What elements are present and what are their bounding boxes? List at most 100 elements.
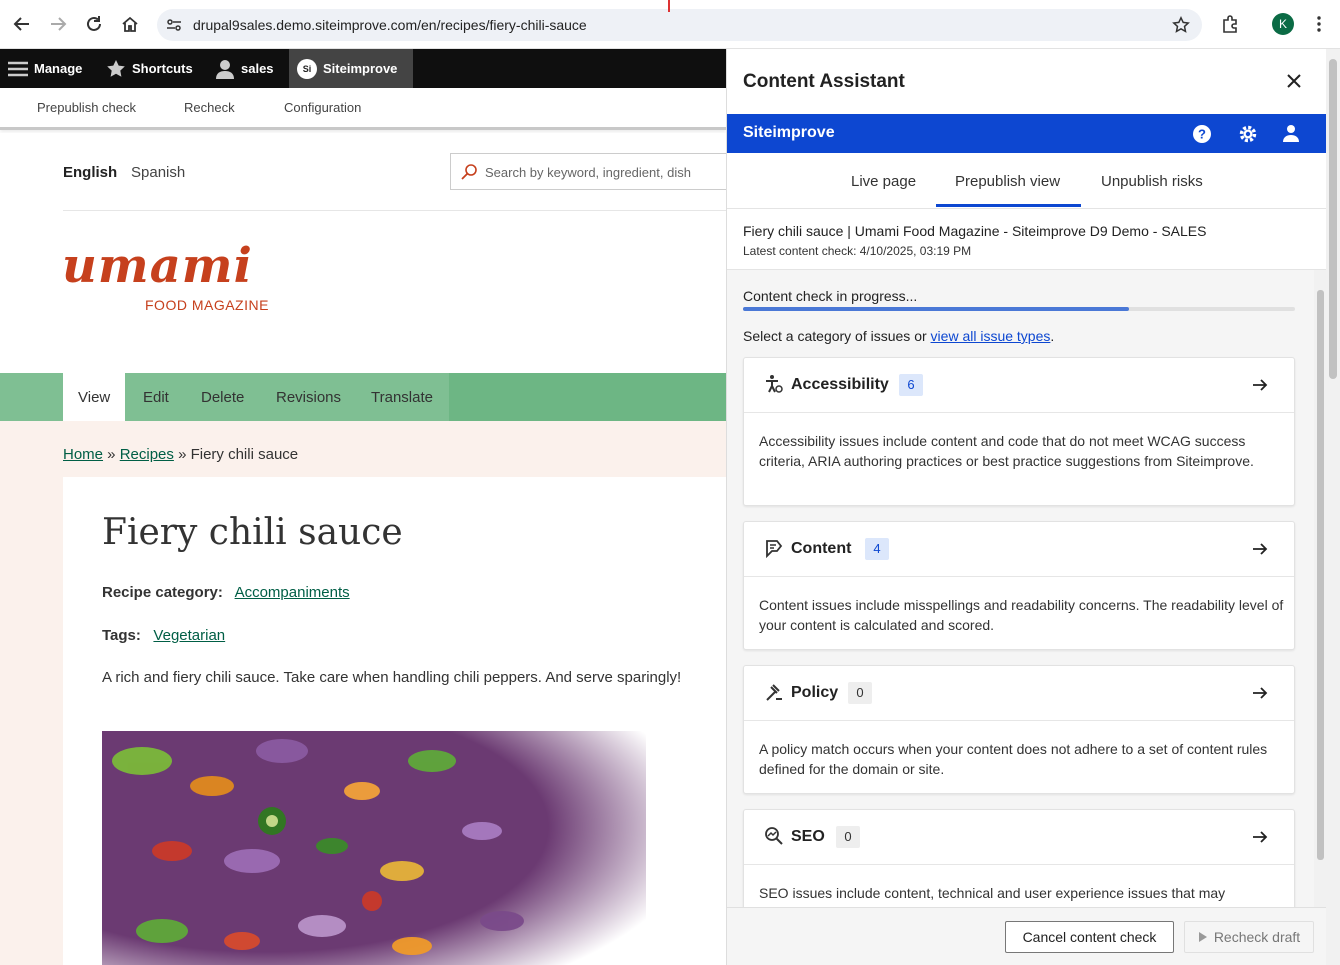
site-settings-icon[interactable] xyxy=(166,17,182,33)
tags-row: Tags: Vegetarian xyxy=(102,627,225,644)
site-search-input[interactable]: Search by keyword, ingredient, dish xyxy=(450,153,726,190)
category-card-policy[interactable]: Policy 0 A policy match occurs when your… xyxy=(743,665,1295,794)
recipe-description: A rich and fiery chili sauce. Take care … xyxy=(102,669,682,686)
siteimprove-button[interactable]: Si Siteimprove xyxy=(289,49,414,88)
category-card-seo[interactable]: SEO 0 SEO issues include content, techni… xyxy=(743,809,1295,907)
site-page: English Spanish Search by keyword, ingre… xyxy=(0,133,726,965)
recipe-card: Fiery chili sauce Recipe category: Accom… xyxy=(63,477,726,965)
content-assistant-panel: Content Assistant Siteimprove ? Live pag… xyxy=(726,49,1340,965)
admin-toolbar: Manage Shortcuts sales Si Siteimprove xyxy=(0,49,726,88)
extensions-icon[interactable] xyxy=(1218,12,1242,36)
page-scrollbar-thumb[interactable] xyxy=(1329,59,1337,379)
page-scrollbar[interactable] xyxy=(1326,49,1340,965)
recipe-category-label: Recipe category: xyxy=(102,584,223,601)
select-category-hint: Select a category of issues or view all … xyxy=(743,328,1054,344)
tab-revisions[interactable]: Revisions xyxy=(276,373,341,421)
umami-logo[interactable]: umami xyxy=(62,236,253,296)
forward-icon[interactable] xyxy=(46,12,70,36)
home-icon[interactable] xyxy=(118,12,142,36)
tags-label: Tags: xyxy=(102,627,141,644)
breadcrumb: Home » Recipes » Fiery chili sauce xyxy=(63,446,298,463)
arrow-right-icon xyxy=(1252,541,1268,557)
reload-icon[interactable] xyxy=(82,12,106,36)
manage-button[interactable]: Manage xyxy=(8,49,82,88)
user-icon xyxy=(216,59,234,79)
siteimprove-brand: Siteimprove xyxy=(743,124,835,141)
recipe-photo xyxy=(102,731,646,965)
shortcuts-label: Shortcuts xyxy=(132,61,193,76)
user-button[interactable]: sales xyxy=(215,49,274,88)
local-tasks-bar: View Edit Delete Revisions Translate xyxy=(0,373,726,421)
recheck-draft-button[interactable]: Recheck draft xyxy=(1184,921,1314,953)
accessibility-icon xyxy=(764,374,784,394)
tab-edit[interactable]: Edit xyxy=(143,373,169,421)
browser-menu-icon[interactable] xyxy=(1307,12,1331,36)
category-description: Accessibility issues include content and… xyxy=(759,433,1254,469)
recheck-draft-label: Recheck draft xyxy=(1213,929,1301,945)
category-description: SEO issues include content, technical an… xyxy=(759,885,1226,901)
view-all-issue-types-link[interactable]: view all issue types xyxy=(931,328,1051,344)
issue-count-badge: 0 xyxy=(848,682,872,704)
category-header[interactable]: Content 4 xyxy=(744,522,1294,577)
breadcrumb-recipes[interactable]: Recipes xyxy=(120,446,174,463)
settings-gear-icon[interactable] xyxy=(1238,124,1258,144)
close-icon[interactable] xyxy=(1284,71,1304,91)
select-hint-suffix: . xyxy=(1050,328,1055,344)
panel-scrollbar-thumb[interactable] xyxy=(1317,290,1324,860)
category-header[interactable]: Accessibility 6 xyxy=(744,358,1294,413)
breadcrumb-home[interactable]: Home xyxy=(63,446,103,463)
category-card-content[interactable]: Content 4 Content issues include misspel… xyxy=(743,521,1295,650)
tab-unpublish-risks[interactable]: Unpublish risks xyxy=(1101,173,1203,190)
profile-initial: K xyxy=(1272,13,1294,35)
tab-indicator xyxy=(668,0,670,12)
panel-title: Content Assistant xyxy=(743,71,905,92)
issues-scroll-area[interactable]: Content check in progress... Select a ca… xyxy=(727,270,1327,907)
hamburger-icon xyxy=(8,61,28,76)
category-description: A policy match occurs when your content … xyxy=(759,741,1268,777)
issue-count-badge: 6 xyxy=(899,374,923,396)
profile-avatar[interactable]: K xyxy=(1271,12,1295,36)
category-header[interactable]: SEO 0 xyxy=(744,810,1294,865)
language-spanish[interactable]: Spanish xyxy=(131,164,185,181)
category-name: Content xyxy=(791,540,852,557)
siteimprove-logo-icon: Si xyxy=(297,58,317,79)
back-icon[interactable] xyxy=(10,12,34,36)
content-icon xyxy=(764,538,784,558)
tabs-filler xyxy=(449,373,726,421)
help-icon[interactable]: ? xyxy=(1192,124,1212,144)
manage-label: Manage xyxy=(34,61,83,76)
tab-translate[interactable]: Translate xyxy=(371,373,433,421)
category-header[interactable]: Policy 0 xyxy=(744,666,1294,721)
tab-delete[interactable]: Delete xyxy=(201,373,244,421)
arrow-right-icon xyxy=(1252,685,1268,701)
prepublish-check-link[interactable]: Prepublish check xyxy=(37,100,136,115)
language-english[interactable]: English xyxy=(63,164,117,181)
user-label: sales xyxy=(241,61,274,76)
address-bar[interactable]: drupal9sales.demo.siteimprove.com/en/rec… xyxy=(157,9,1202,41)
breadcrumb-current: Fiery chili sauce xyxy=(190,446,299,463)
recheck-link[interactable]: Recheck xyxy=(184,100,235,115)
bookmark-star-icon[interactable] xyxy=(1172,16,1190,34)
star-icon xyxy=(107,59,125,77)
header-divider xyxy=(63,210,726,211)
tab-live-page[interactable]: Live page xyxy=(851,173,916,190)
tab-prepublish-view[interactable]: Prepublish view xyxy=(955,173,1060,190)
account-icon[interactable] xyxy=(1282,124,1300,142)
tag-link[interactable]: Vegetarian xyxy=(153,627,225,644)
checked-page-name: Fiery chili sauce | Umami Food Magazine … xyxy=(743,223,1207,239)
arrow-right-icon xyxy=(1252,829,1268,845)
cancel-content-check-button[interactable]: Cancel content check xyxy=(1005,921,1174,953)
tab-view[interactable]: View xyxy=(63,373,126,421)
category-name: Policy xyxy=(791,684,839,701)
siteimprove-header-bar: Siteimprove ? xyxy=(727,114,1327,153)
seo-icon xyxy=(764,826,784,846)
recipe-category-link[interactable]: Accompaniments xyxy=(235,584,350,601)
active-tab-indicator xyxy=(936,204,1081,207)
panel-footer: Cancel content check Recheck draft xyxy=(727,907,1327,965)
shortcuts-button[interactable]: Shortcuts xyxy=(106,49,193,88)
category-card-accessibility[interactable]: Accessibility 6 Accessibility issues inc… xyxy=(743,357,1295,506)
configuration-link[interactable]: Configuration xyxy=(284,100,361,115)
svg-text:?: ? xyxy=(1198,127,1206,142)
category-name: SEO xyxy=(791,828,825,845)
progress-fill xyxy=(743,307,1130,311)
